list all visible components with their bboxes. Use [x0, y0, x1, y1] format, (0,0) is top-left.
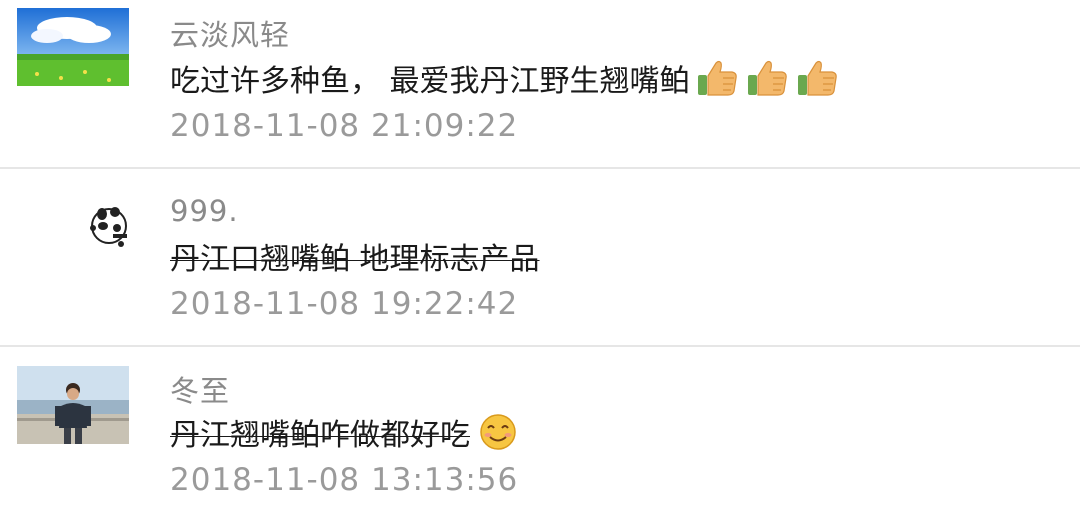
thumbs-up-icon	[696, 59, 740, 97]
thumbs-up-icon	[746, 59, 790, 97]
smile-face-icon	[476, 413, 520, 451]
comment-timestamp: 2018-11-08 19:22:42	[170, 286, 519, 322]
comment-text: 丹江口翘嘴鲌 地理标志产品	[170, 234, 540, 278]
comment-item: 云淡风轻 吃过许多种鱼， 最爱我丹江野生翘嘴鲌 2018-11-08 21:09…	[0, 0, 1080, 168]
comment-timestamp: 2018-11-08 21:09:22	[170, 108, 519, 144]
comment-item: 冬至 丹江翘嘴鲌咋做都好吃 2018-11-08 13:13:56	[0, 348, 1080, 516]
comment-text-label: 丹江口翘嘴鲌 地理标志产品	[170, 242, 540, 277]
avatar[interactable]	[17, 188, 129, 266]
comment-text-label: 丹江翘嘴鲌咋做都好吃	[170, 418, 470, 453]
comment-item: 999. 丹江口翘嘴鲌 地理标志产品 2018-11-08 19:22:42	[0, 170, 1080, 338]
avatar[interactable]	[17, 366, 129, 444]
divider	[0, 345, 1080, 347]
thumbs-up-icon	[796, 59, 840, 97]
comment-timestamp: 2018-11-08 13:13:56	[170, 462, 519, 498]
person-photo-avatar-icon	[17, 366, 129, 444]
divider	[0, 167, 1080, 169]
comment-text: 丹江翘嘴鲌咋做都好吃	[170, 410, 520, 454]
comment-text-label: 吃过许多种鱼， 最爱我丹江野生翘嘴鲌	[170, 64, 690, 99]
landscape-avatar-icon	[17, 8, 129, 86]
avatar[interactable]	[17, 8, 129, 86]
comment-author[interactable]: 冬至	[170, 368, 230, 410]
panda-avatar-icon	[17, 188, 129, 266]
comment-author[interactable]: 999.	[170, 194, 239, 228]
comment-author[interactable]: 云淡风轻	[170, 12, 290, 54]
comment-text: 吃过许多种鱼， 最爱我丹江野生翘嘴鲌	[170, 56, 840, 100]
